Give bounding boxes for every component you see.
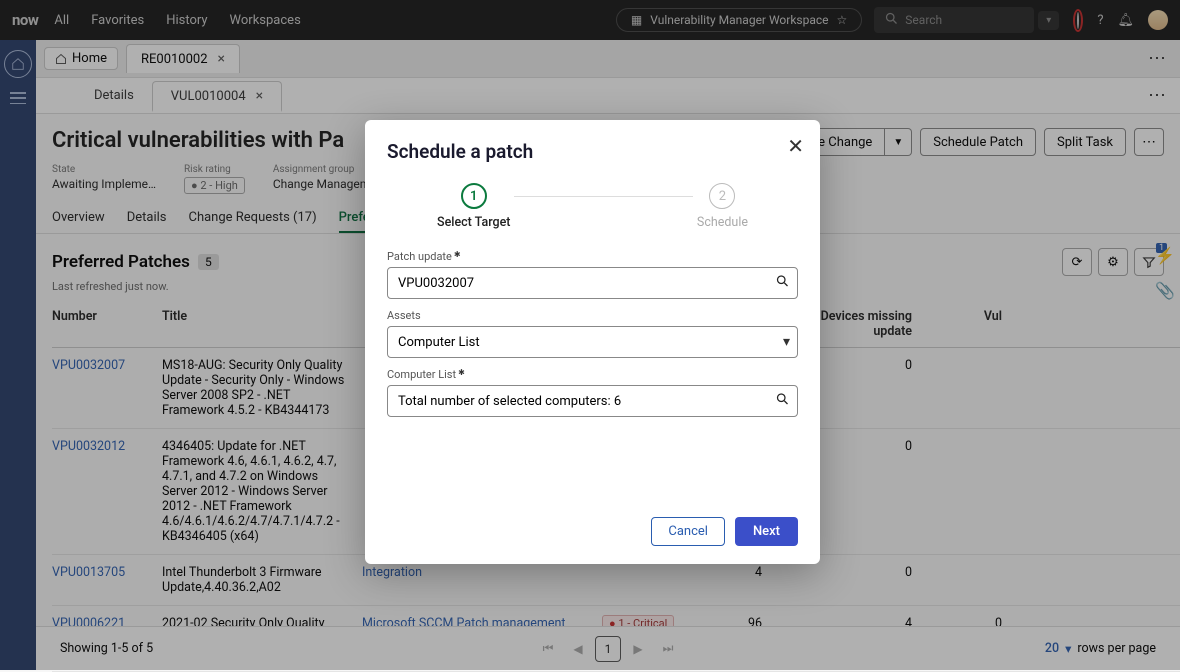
cancel-button[interactable]: Cancel: [651, 517, 725, 546]
patch-update-label: Patch update: [387, 250, 798, 263]
assets-select[interactable]: Computer List: [387, 326, 798, 358]
modal-title: Schedule a patch: [387, 140, 798, 163]
assets-label: Assets: [387, 309, 798, 322]
schedule-patch-modal: ✕ Schedule a patch 1 Select Target 2 Sch…: [365, 120, 820, 564]
patch-update-input[interactable]: [387, 267, 798, 299]
step-2-circle: 2: [709, 183, 735, 209]
step-1-label: Select Target: [437, 215, 510, 230]
computer-list-input[interactable]: [387, 385, 798, 417]
assets-value: Computer List: [398, 335, 480, 350]
next-button[interactable]: Next: [735, 517, 798, 546]
search-icon[interactable]: [775, 274, 790, 293]
chevron-down-icon[interactable]: ▾: [783, 334, 790, 350]
step-line: [514, 196, 692, 197]
step-1[interactable]: 1 Select Target: [437, 183, 510, 230]
search-icon[interactable]: [775, 392, 790, 411]
computer-list-label: Computer List: [387, 368, 798, 381]
step-1-circle: 1: [461, 183, 487, 209]
modal-actions: Cancel Next: [387, 517, 798, 546]
step-2[interactable]: 2 Schedule: [697, 183, 748, 230]
step-2-label: Schedule: [697, 215, 748, 230]
modal-close-button[interactable]: ✕: [787, 134, 804, 158]
stepper: 1 Select Target 2 Schedule: [387, 183, 798, 230]
